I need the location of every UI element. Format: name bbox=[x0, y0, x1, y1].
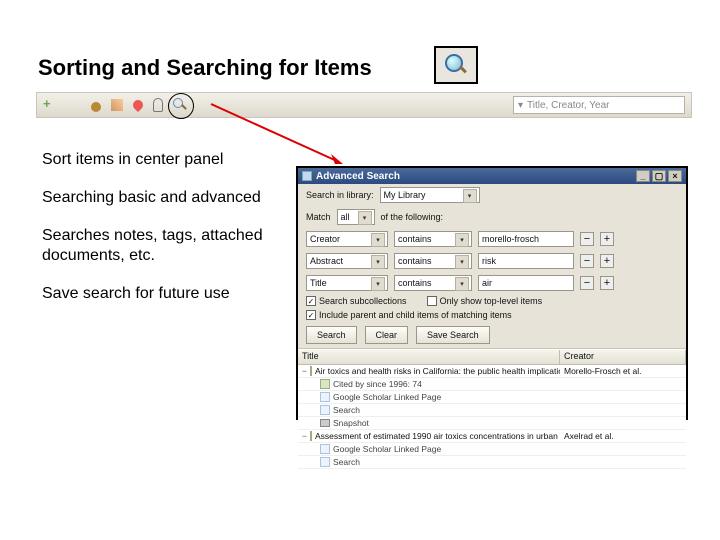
maximize-button[interactable]: ▢ bbox=[652, 170, 666, 182]
match-mode-select[interactable]: all bbox=[337, 209, 375, 225]
checkbox-icon: ✓ bbox=[306, 296, 316, 306]
magnifier-icon bbox=[445, 54, 467, 76]
callout-circle bbox=[168, 93, 194, 119]
clip-icon[interactable] bbox=[153, 98, 163, 112]
new-item-icon[interactable]: + bbox=[43, 98, 57, 112]
bullet-1: Sort items in center panel bbox=[42, 150, 292, 170]
cam-icon bbox=[320, 419, 330, 427]
doc-icon bbox=[310, 431, 312, 441]
operator-select[interactable]: contains bbox=[394, 253, 472, 269]
chk-subcollections[interactable]: ✓ Search subcollections bbox=[306, 296, 407, 306]
page-icon bbox=[320, 405, 330, 415]
add-criteria-button[interactable]: + bbox=[600, 232, 614, 246]
advanced-search-icon[interactable] bbox=[173, 98, 187, 112]
new-collection-icon[interactable] bbox=[67, 98, 81, 112]
magnifier-callout bbox=[434, 46, 478, 84]
page-icon bbox=[320, 457, 330, 467]
row-title: Air toxics and health risks in Californi… bbox=[315, 366, 560, 376]
wand-icon[interactable] bbox=[111, 99, 123, 111]
checkbox-icon: ✓ bbox=[306, 310, 316, 320]
doc-icon bbox=[320, 379, 330, 389]
pin-icon[interactable] bbox=[131, 98, 145, 112]
page-icon bbox=[320, 392, 330, 402]
row-title: Search bbox=[333, 457, 360, 467]
row-creator: Axelrad et al. bbox=[560, 431, 686, 441]
match-prefix: Match bbox=[306, 212, 331, 222]
quick-search-input[interactable]: ▾ Title, Creator, Year bbox=[513, 96, 685, 114]
row-title: Assessment of estimated 1990 air toxics … bbox=[315, 431, 560, 441]
clear-button[interactable]: Clear bbox=[365, 326, 409, 344]
row-toggle[interactable]: − bbox=[302, 366, 307, 376]
table-row[interactable]: Snapshot bbox=[298, 417, 686, 430]
add-criteria-button[interactable]: + bbox=[600, 254, 614, 268]
row-title: Search bbox=[333, 405, 360, 415]
checkbox-icon bbox=[427, 296, 437, 306]
table-row[interactable]: Google Scholar Linked Page bbox=[298, 391, 686, 404]
field-select[interactable]: Abstract bbox=[306, 253, 388, 269]
operator-select[interactable]: contains bbox=[394, 275, 472, 291]
doc-icon bbox=[310, 366, 312, 376]
search-in-label: Search in library: bbox=[306, 190, 374, 200]
advanced-search-window: Advanced Search _ ▢ × Search in library:… bbox=[296, 166, 688, 420]
value-input[interactable]: morello-frosch bbox=[478, 231, 574, 247]
window-title: Advanced Search bbox=[316, 171, 400, 182]
chk-subcollections-label: Search subcollections bbox=[319, 296, 407, 306]
table-row[interactable]: Google Scholar Linked Page bbox=[298, 443, 686, 456]
row-title: Google Scholar Linked Page bbox=[333, 444, 441, 454]
search-button[interactable]: Search bbox=[306, 326, 357, 344]
criteria-row-1: Creator contains morello-frosch − + bbox=[298, 228, 686, 250]
table-row[interactable]: Search bbox=[298, 456, 686, 469]
save-search-button[interactable]: Save Search bbox=[416, 326, 490, 344]
library-select[interactable]: My Library bbox=[380, 187, 480, 203]
quick-search-placeholder: Title, Creator, Year bbox=[527, 100, 609, 111]
criteria-row-2: Abstract contains risk − + bbox=[298, 250, 686, 272]
close-button[interactable]: × bbox=[668, 170, 682, 182]
bullet-3: Searches notes, tags, attached documents… bbox=[42, 226, 292, 266]
row-title: Google Scholar Linked Page bbox=[333, 392, 441, 402]
field-select[interactable]: Title bbox=[306, 275, 388, 291]
page-icon bbox=[320, 444, 330, 454]
col-creator[interactable]: Creator bbox=[560, 350, 686, 364]
bullet-list: Sort items in center panel Searching bas… bbox=[42, 150, 292, 322]
remove-criteria-button[interactable]: − bbox=[580, 276, 594, 290]
remove-criteria-button[interactable]: − bbox=[580, 254, 594, 268]
slide-title: Sorting and Searching for Items bbox=[38, 55, 372, 81]
add-criteria-button[interactable]: + bbox=[600, 276, 614, 290]
toolbar: + ▾ Title, Creator, Year bbox=[36, 92, 692, 118]
row-title: Snapshot bbox=[333, 418, 369, 428]
table-row[interactable]: −Air toxics and health risks in Californ… bbox=[298, 365, 686, 378]
bullet-2: Searching basic and advanced bbox=[42, 188, 292, 208]
row-title: Cited by since 1996: 74 bbox=[333, 379, 422, 389]
minimize-button[interactable]: _ bbox=[636, 170, 650, 182]
chk-include-parent-label: Include parent and child items of matchi… bbox=[319, 310, 512, 320]
field-select[interactable]: Creator bbox=[306, 231, 388, 247]
results-table: Title Creator −Air toxics and health ris… bbox=[298, 349, 686, 469]
window-icon bbox=[302, 171, 312, 181]
table-row[interactable]: Search bbox=[298, 404, 686, 417]
chevron-down-icon[interactable]: ▾ bbox=[518, 100, 523, 111]
row-toggle[interactable]: − bbox=[302, 431, 307, 441]
table-row[interactable]: Cited by since 1996: 74 bbox=[298, 378, 686, 391]
row-creator: Morello-Frosch et al. bbox=[560, 366, 686, 376]
operator-select[interactable]: contains bbox=[394, 231, 472, 247]
bullet-4: Save search for future use bbox=[42, 284, 292, 304]
table-row[interactable]: −Assessment of estimated 1990 air toxics… bbox=[298, 430, 686, 443]
remove-criteria-button[interactable]: − bbox=[580, 232, 594, 246]
window-titlebar: Advanced Search _ ▢ × bbox=[298, 168, 686, 184]
chk-include-parent[interactable]: ✓ Include parent and child items of matc… bbox=[306, 310, 512, 320]
value-input[interactable]: risk bbox=[478, 253, 574, 269]
attach-icon[interactable] bbox=[91, 102, 101, 112]
criteria-row-3: Title contains air − + bbox=[298, 272, 686, 294]
value-input[interactable]: air bbox=[478, 275, 574, 291]
chk-top-level[interactable]: Only show top-level items bbox=[427, 296, 543, 306]
col-title[interactable]: Title bbox=[298, 350, 560, 364]
match-suffix: of the following: bbox=[381, 212, 444, 222]
chk-top-level-label: Only show top-level items bbox=[440, 296, 543, 306]
